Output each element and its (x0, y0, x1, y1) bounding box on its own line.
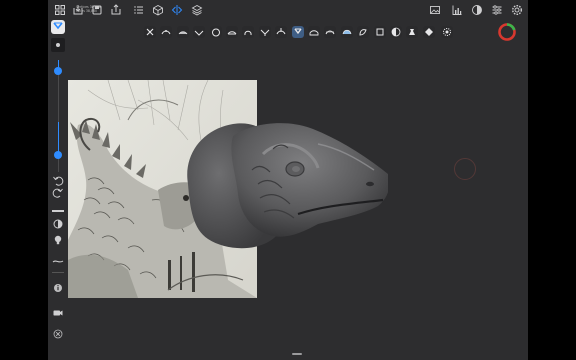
lightbulb-icon[interactable] (51, 233, 65, 247)
trim-icon[interactable] (324, 26, 337, 38)
chart-icon[interactable] (451, 4, 463, 16)
planar-icon[interactable] (390, 26, 402, 38)
mask-icon[interactable] (340, 26, 353, 38)
paint-icon[interactable] (357, 26, 370, 38)
stroke-curve-icon[interactable] (51, 254, 65, 268)
brush-cursor (454, 158, 476, 180)
color-wheel-icon[interactable] (497, 22, 517, 42)
share-icon[interactable] (110, 4, 122, 16)
brush-toolbar (142, 25, 454, 39)
left-sidebar (48, 18, 68, 360)
settings-wheel-icon[interactable] (441, 26, 454, 38)
mesh-stats: Vertices 38,438 Faces 38,880 (76, 5, 101, 13)
brush-preview-icon[interactable] (51, 20, 65, 34)
close-icon[interactable] (51, 327, 65, 341)
alpha-preview-icon[interactable] (51, 38, 65, 52)
scrape-icon[interactable] (308, 26, 320, 38)
preferences-icon[interactable] (511, 4, 523, 16)
intensity-slider-knob[interactable] (54, 151, 62, 159)
layers-icon[interactable] (191, 4, 203, 16)
contrast-icon[interactable] (51, 217, 65, 231)
symmetry-icon[interactable] (171, 4, 183, 16)
app-screen: Vertices 38,438 Faces 38,880 (48, 0, 528, 360)
image-icon[interactable] (429, 4, 441, 16)
radius-slider-knob[interactable] (54, 67, 62, 76)
flatten-icon[interactable] (226, 26, 238, 38)
draw-icon[interactable] (160, 26, 173, 38)
grid-icon[interactable] (54, 4, 66, 16)
stamp-icon[interactable] (406, 26, 419, 38)
selected-item-icon[interactable] (422, 26, 435, 38)
move-icon[interactable] (275, 26, 288, 38)
smooth-icon[interactable] (291, 26, 304, 38)
home-indicator[interactable] (292, 353, 302, 355)
select-icon[interactable] (373, 26, 386, 38)
pinch-icon[interactable] (258, 26, 271, 38)
divider (52, 272, 64, 273)
divider (52, 210, 64, 212)
crease-icon[interactable] (193, 26, 206, 38)
camera-icon[interactable] (51, 306, 65, 320)
clay-icon[interactable] (176, 26, 189, 38)
sculpt-model-head[interactable] (178, 114, 388, 254)
shading-icon[interactable] (471, 4, 483, 16)
top-bar: Vertices 38,438 Faces 38,880 (48, 0, 528, 20)
cube-icon[interactable] (152, 4, 164, 16)
sculpt-viewport[interactable] (68, 40, 528, 352)
blob-icon[interactable] (209, 26, 222, 38)
info-icon[interactable] (51, 281, 65, 295)
settings-icon[interactable] (491, 4, 503, 16)
close-brush-icon[interactable] (144, 26, 156, 38)
list-icon[interactable] (133, 4, 145, 16)
redo-icon[interactable] (51, 186, 65, 200)
inflate-icon[interactable] (242, 26, 255, 38)
face-count: Faces 38,880 (76, 9, 98, 13)
